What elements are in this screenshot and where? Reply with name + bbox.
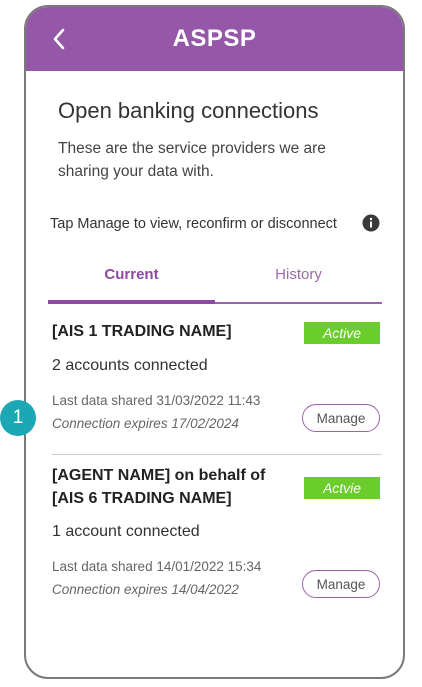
last-data-shared: Last data shared 14/01/2022 15:34 (52, 559, 262, 574)
connection-name: [AIS 1 TRADING NAME] (52, 323, 232, 340)
app-bar: ASPSP (26, 7, 403, 71)
phone-frame: ASPSP Open banking connections These are… (24, 5, 405, 679)
connection-expiry: Connection expires 14/04/2022 (52, 582, 239, 597)
card-divider (52, 454, 382, 455)
tap-hint: Tap Manage to view, reconfirm or disconn… (50, 216, 337, 232)
accounts-connected: 2 accounts connected (52, 357, 208, 374)
connection-name-line2: [AIS 6 TRADING NAME] (52, 490, 232, 507)
tab-selected-indicator (48, 300, 215, 304)
connection-tabs: Current History (48, 259, 382, 305)
manage-button[interactable]: Manage (302, 570, 380, 598)
connection-name-line1: [AGENT NAME] on behalf of (52, 467, 266, 484)
connection-card: [AIS 1 TRADING NAME] Active 2 accounts c… (52, 320, 382, 450)
connection-expiry: Connection expires 17/02/2024 (52, 416, 239, 431)
app-title: ASPSP (172, 25, 257, 52)
tab-history[interactable]: History (215, 259, 382, 305)
status-badge: Active (304, 322, 380, 344)
info-icon[interactable] (362, 214, 380, 232)
step-marker-badge: 1 (0, 400, 36, 436)
page-title: Open banking connections (58, 98, 319, 123)
page-description: These are the service providers we are s… (58, 140, 326, 180)
accounts-connected: 1 account connected (52, 523, 200, 540)
tab-current[interactable]: Current (48, 259, 215, 305)
manage-button[interactable]: Manage (302, 404, 380, 432)
status-badge: Actvie (304, 477, 380, 499)
connection-card: [AGENT NAME] on behalf of [AIS 6 TRADING… (52, 464, 382, 614)
last-data-shared: Last data shared 31/03/2022 11:43 (52, 393, 261, 408)
